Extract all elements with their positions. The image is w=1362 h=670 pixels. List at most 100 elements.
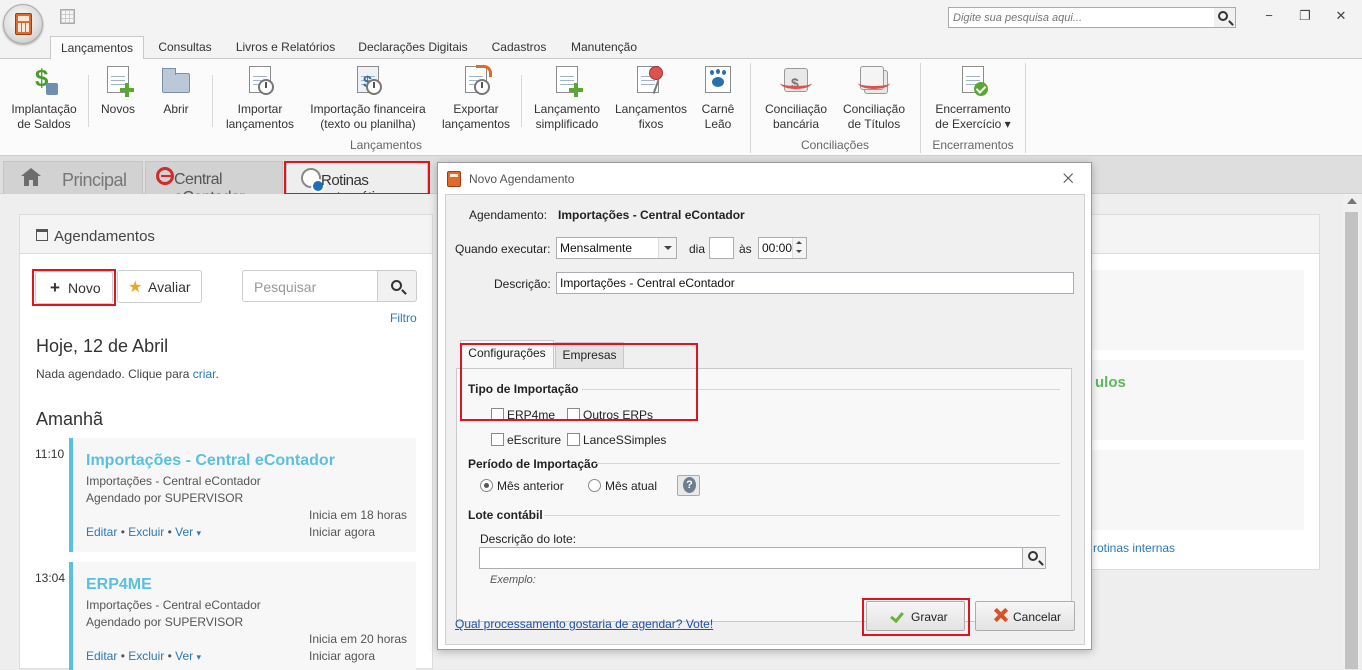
dollar-doc-icon: $ — [28, 65, 60, 97]
edit-link[interactable]: Editar — [86, 525, 117, 539]
ribbon-tab-bar: Lançamentos Consultas Livros e Relatório… — [0, 36, 1362, 60]
simplificado-line2: simplificado — [535, 117, 599, 131]
conciliacao-titulos-button[interactable]: Conciliação de Títulos — [838, 65, 910, 132]
calculator-icon — [15, 13, 32, 35]
exportar-line1: Exportar — [453, 102, 499, 116]
tab-principal-label: Principal — [62, 170, 127, 190]
chevron-down-icon[interactable] — [658, 238, 676, 258]
right-card: ulos — [1081, 360, 1304, 440]
rotinas-internas-link[interactable]: rotinas internas — [1093, 541, 1175, 555]
carne-line1: Carnê — [701, 102, 735, 116]
frequency-select[interactable]: Mensalmente — [556, 237, 677, 259]
start-now-link[interactable]: Iniciar agora — [309, 649, 375, 663]
novos-label: Novos — [100, 102, 135, 116]
agendamentos-panel: Agendamentos + Novo ★ Avaliar Pesquisar … — [19, 214, 433, 670]
dialog-close-button[interactable]: ⨉ — [1063, 171, 1073, 187]
lancamentos-fixos-button[interactable]: Lançamentos fixos — [612, 65, 690, 132]
hora-input[interactable]: 00:00 — [758, 237, 807, 259]
start-now-link[interactable]: Iniciar agora — [309, 525, 375, 539]
highlight-novo-button — [32, 269, 116, 306]
lancessimples-checkbox[interactable] — [567, 433, 580, 446]
ribbon-tab-lancamentos[interactable]: Lançamentos — [50, 36, 144, 60]
encerramento-line2: de Exercício ▾ — [935, 117, 1011, 131]
novo-agendamento-dialog: Novo Agendamento ⨉ Agendamento: Importaç… — [437, 162, 1092, 650]
tab-central-econtador[interactable]: Central eContador — [145, 161, 283, 206]
carne-line2: Leão — [704, 117, 732, 131]
ribbon-tab-cadastros[interactable]: Cadastros — [484, 36, 554, 59]
implantacao-line2: de Saldos — [17, 117, 71, 131]
chevron-down-icon: ▾ — [196, 528, 202, 538]
exportar-lancamentos-button[interactable]: Exportar lançamentos — [437, 65, 515, 132]
group-label-encerramentos: Encerramentos — [932, 138, 1014, 152]
app-menu-button[interactable] — [3, 4, 43, 44]
novos-button[interactable]: Novos — [95, 65, 141, 117]
ribbon-panel: $ Implantação de Saldos Novos Abrir Impo… — [0, 59, 1362, 156]
restore-button[interactable]: ❐ — [1295, 8, 1315, 24]
event-title[interactable]: Importações - Central eContador — [86, 452, 335, 470]
event-card[interactable]: Importações - Central eContador Importaç… — [69, 438, 416, 552]
econtador-logo-icon — [156, 167, 174, 185]
cancelar-button[interactable]: Cancelar — [975, 601, 1075, 631]
highlight-tipo-importacao — [460, 343, 698, 421]
importar-line2: lançamentos — [225, 117, 295, 131]
filtro-link[interactable]: Filtro — [390, 311, 417, 325]
agendamentos-title: Agendamentos — [54, 228, 155, 245]
bank-reconcile-icon: $ — [780, 65, 812, 97]
mes-atual-radio[interactable] — [588, 479, 601, 492]
importacao-financeira-button[interactable]: $ Importação financeira (texto ou planil… — [306, 65, 430, 132]
view-link[interactable]: Ver — [175, 525, 193, 539]
search-icon — [391, 280, 402, 291]
quick-access-grid-icon[interactable] — [60, 9, 75, 24]
vote-link[interactable]: Qual processamento gostaria de agendar? … — [455, 617, 713, 631]
fixos-line2: fixos — [638, 117, 664, 131]
avaliar-button[interactable]: ★ Avaliar — [117, 270, 202, 303]
tab-principal[interactable]: Principal — [3, 161, 143, 194]
delete-link[interactable]: Excluir — [128, 525, 164, 539]
lote-desc-input[interactable] — [479, 547, 1023, 569]
lote-contabil-title: Lote contábil — [468, 508, 543, 522]
event-scheduled-by: Agendado por SUPERVISOR — [86, 491, 244, 505]
spinner-arrows-icon[interactable] — [792, 238, 806, 258]
exemplo-label: Exemplo: — [490, 574, 536, 586]
calendar-icon — [36, 229, 48, 241]
global-search-input[interactable] — [948, 7, 1215, 28]
minimize-button[interactable]: − — [1259, 8, 1279, 24]
dia-input[interactable] — [709, 237, 734, 259]
agenda-search-input[interactable]: Pesquisar — [242, 270, 378, 302]
highlight-rotinas-tab — [284, 161, 430, 195]
search-icon — [1218, 11, 1228, 21]
importar-lancamentos-button[interactable]: Importar lançamentos — [220, 65, 300, 132]
ribbon-tab-consultas[interactable]: Consultas — [150, 36, 220, 59]
lote-search-button[interactable] — [1022, 547, 1046, 569]
conciliacao-bancaria-button[interactable]: $ Conciliação bancária — [760, 65, 832, 132]
encerramento-exercicio-button[interactable]: Encerramento de Exercício ▾ — [928, 65, 1018, 132]
event-card[interactable]: ERP4ME Importações - Central eContador A… — [69, 562, 416, 670]
eescriture-checkbox[interactable] — [491, 433, 504, 446]
ribbon-tab-manutencao[interactable]: Manutenção — [563, 36, 645, 59]
event-subtitle: Importações - Central eContador — [86, 474, 261, 488]
mes-anterior-radio[interactable] — [480, 479, 493, 492]
agenda-search-button[interactable] — [377, 270, 417, 302]
criar-link[interactable]: criar — [193, 367, 216, 381]
scroll-up-arrow-icon[interactable] — [1347, 198, 1357, 204]
ribbon-tab-livros[interactable]: Livros e Relatórios — [229, 36, 342, 59]
dialog-titlebar: Novo Agendamento ⨉ — [438, 163, 1091, 194]
global-search-button[interactable] — [1214, 7, 1236, 28]
abrir-button[interactable]: Abrir — [152, 65, 200, 117]
event-starts-in: Inicia em 20 horas — [309, 632, 408, 646]
descricao-input[interactable]: Importações - Central eContador — [556, 272, 1074, 294]
ribbon-tab-declaracoes[interactable]: Declarações Digitais — [351, 36, 475, 59]
delete-link[interactable]: Excluir — [128, 649, 164, 663]
edit-link[interactable]: Editar — [86, 649, 117, 663]
scrollbar-thumb[interactable] — [1345, 212, 1358, 669]
implantacao-saldos-button[interactable]: $ Implantação de Saldos — [6, 65, 82, 132]
lancamento-simplificado-button[interactable]: Lançamento simplificado — [528, 65, 606, 132]
help-icon[interactable] — [677, 475, 700, 496]
encerramento-line1: Encerramento — [935, 102, 1011, 116]
event-title[interactable]: ERP4ME — [86, 576, 152, 594]
conc-titulos-line1: Conciliação — [842, 102, 906, 116]
view-link[interactable]: Ver — [175, 649, 193, 663]
nothing-scheduled-text: Nada agendado. Clique para criar. — [36, 367, 219, 381]
close-window-button[interactable]: ✕ — [1331, 8, 1351, 24]
carne-leao-button[interactable]: Carnê Leão — [697, 65, 739, 132]
